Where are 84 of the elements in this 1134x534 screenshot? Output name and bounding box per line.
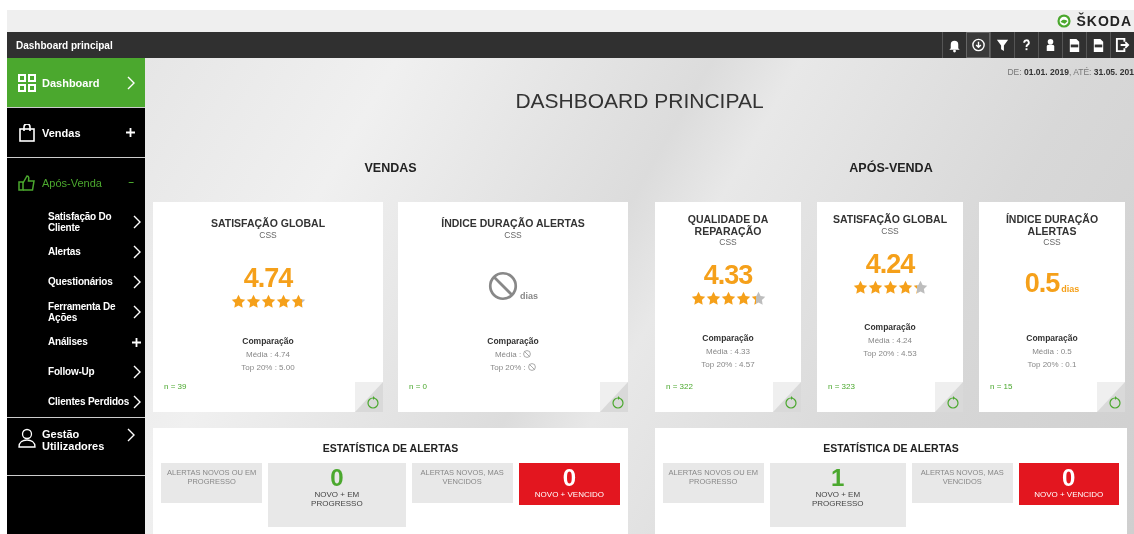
comparison-label: Comparação: [242, 335, 294, 346]
alert-count-tile[interactable]: 0 NOVO + EM PROGRESSO: [268, 463, 406, 527]
nav-subitem[interactable]: Clientes Perdidos: [7, 387, 145, 417]
brand-name: ŠKODA: [1076, 13, 1132, 29]
average-label: Média : 4.24: [868, 335, 912, 345]
top-label: Top 20% : 5.00: [241, 362, 295, 372]
card-subtitle: CSS: [259, 229, 277, 240]
chevron-right-icon: [133, 395, 141, 409]
chevron-right-icon: [133, 215, 141, 229]
chevron-right-icon: [133, 245, 141, 259]
date-range: DE: 01.01. 2019, ATÉ: 31.05. 201: [1007, 67, 1134, 77]
plus-icon: [126, 128, 135, 137]
section-heading: VENDAS: [363, 161, 418, 177]
card-subtitle: CSS: [504, 229, 522, 240]
user-icon[interactable]: [1046, 38, 1055, 52]
comparison-label: Comparação: [864, 321, 916, 332]
average-label: Média : 4.74: [246, 349, 290, 359]
average-label: Média :: [494, 349, 522, 359]
card-subtitle: CSS: [881, 225, 899, 236]
alert-count-tile[interactable]: 0 NOVO + VENCIDO: [1018, 463, 1119, 505]
nav-subitem[interactable]: Análises: [7, 327, 145, 357]
panel-title: ESTATÍSTICA DE ALERTAS: [321, 441, 460, 456]
page-title: Dashboard principal: [15, 39, 113, 51]
chevron-right-icon: [133, 275, 141, 289]
nav-subitem[interactable]: Ferramenta De Ações: [7, 297, 145, 327]
card-title: SATISFAÇÃO GLOBAL: [210, 218, 326, 230]
top-label: Top 20% : 4.57: [701, 360, 755, 370]
sample-count: n = 0: [409, 382, 427, 391]
logout-icon[interactable]: [1115, 37, 1130, 53]
grid-icon: [18, 73, 36, 92]
nav-item[interactable]: Vendas: [7, 108, 145, 157]
nav-item[interactable]: Gestão Utilizadores: [7, 418, 145, 475]
panel-title: ESTATÍSTICA DE ALERTAS: [822, 441, 960, 456]
card-title: ÍNDICE DURAÇÃO ALERTAS: [441, 218, 585, 230]
average-label: Média : 4.33: [706, 347, 750, 357]
card-title: SATISFAÇÃO GLOBAL: [831, 214, 949, 226]
alert-count-tile[interactable]: 0 NOVO + VENCIDO: [518, 463, 620, 505]
filter-icon[interactable]: [996, 39, 1009, 52]
document-export-icon[interactable]: [1093, 38, 1104, 53]
top-label: Top 20% :: [490, 362, 526, 372]
thumbs-up-icon: [18, 173, 36, 192]
user-icon: [18, 428, 36, 448]
comparison-label: Comparação: [702, 333, 754, 344]
sample-count: n = 39: [164, 382, 187, 391]
comparison-label: Comparação: [487, 335, 539, 346]
card-title: QUALIDADE DA REPARAÇÃO: [686, 214, 770, 238]
comparison-label: Comparação: [1026, 333, 1078, 344]
no-data-icon: [523, 350, 532, 359]
logo-icon: [1057, 14, 1072, 28]
shopping-bag-icon: [18, 123, 36, 142]
section-heading: APÓS-VENDA: [848, 161, 934, 177]
chevron-right-icon: [133, 365, 141, 379]
score-value: 4.24: [865, 248, 915, 280]
nav-subitem[interactable]: Satisfação Do Cliente: [7, 207, 145, 237]
unit-label: dias: [520, 290, 538, 301]
card-subtitle: CSS: [1043, 237, 1061, 248]
card-title: ÍNDICE DURAÇÃO ALERTAS: [1004, 214, 1100, 238]
no-data-icon: [488, 270, 518, 301]
nav-item[interactable]: Após-Venda: [7, 158, 145, 207]
nav-subitem[interactable]: Questionários: [7, 267, 145, 297]
chevron-right-icon: [133, 305, 141, 319]
sample-count: n = 322: [666, 382, 693, 391]
dashboard-title: DASHBOARD PRINCIPAL: [514, 89, 765, 113]
unit-label: dias: [1061, 283, 1080, 294]
chevron-right-icon: [127, 428, 135, 442]
plus-icon: [132, 337, 141, 347]
sample-count: n = 15: [990, 382, 1013, 391]
nav-subitem[interactable]: Follow-Up: [7, 357, 145, 387]
average-label: Média : 0.5: [1032, 347, 1072, 357]
no-data-icon: [527, 363, 536, 372]
score-value: 4.33: [703, 260, 753, 292]
duration-value: 0.5: [1024, 267, 1060, 299]
download-icon[interactable]: [971, 38, 985, 52]
card-subtitle: CSS: [719, 237, 737, 248]
sample-count: n = 323: [828, 382, 855, 391]
alert-count-tile[interactable]: 1 NOVO + EM PROGRESSO: [769, 463, 906, 527]
nav-subitem[interactable]: Alertas: [7, 237, 145, 267]
top-label: Top 20% : 0.1: [1027, 360, 1077, 370]
help-icon[interactable]: [1023, 39, 1030, 51]
top-label: Top 20% : 4.53: [863, 348, 917, 358]
score-value: 4.74: [243, 262, 293, 294]
bell-icon[interactable]: [949, 40, 960, 53]
chevron-right-icon: [127, 75, 135, 90]
spreadsheet-export-icon[interactable]: [1069, 38, 1080, 53]
